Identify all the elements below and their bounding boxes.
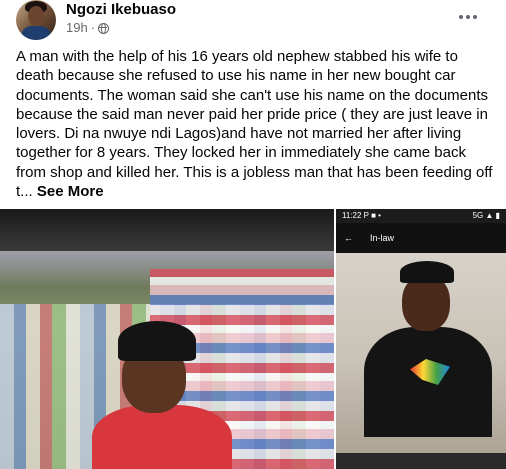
meta-separator: · (90, 20, 96, 35)
more-dot-icon (473, 15, 477, 19)
post-meta: 19h · (66, 20, 110, 35)
screenshot-status-right: 5G ▲ ▮ (472, 211, 500, 220)
globe-icon[interactable] (98, 23, 110, 34)
screenshot-status-left: 11:22 P ■ • (342, 209, 381, 223)
more-options-button[interactable] (454, 6, 482, 28)
screenshot-app-bar: ← In-law (336, 223, 506, 253)
more-dot-icon (466, 15, 470, 19)
photo-woman-cap (118, 321, 196, 361)
post-body-text: A man with the help of his 16 years old … (16, 48, 493, 201)
photo-man-face (402, 275, 450, 331)
more-dot-icon (459, 15, 463, 19)
screenshot-status-time: 11:22 (342, 211, 362, 220)
author-name[interactable]: Ngozi Ikebuaso (66, 1, 176, 18)
screenshot-contact-title: In-law (370, 233, 395, 243)
post-body: A man with the help of his 16 years old … (16, 47, 496, 201)
photo-man-shirt (364, 327, 492, 437)
see-more-link[interactable]: See More (37, 183, 104, 200)
screenshot-status-icons: P ■ • (363, 211, 381, 220)
photo-banner (0, 209, 334, 251)
post-photo-right[interactable]: 11:22 P ■ • 5G ▲ ▮ ← In-law (336, 209, 506, 469)
screenshot-status-bar: 11:22 P ■ • 5G ▲ ▮ (336, 209, 506, 223)
avatar-face (28, 6, 44, 26)
photo-man-cap (400, 261, 454, 283)
photo-woman-shirt (92, 405, 232, 469)
post-header: Ngozi Ikebuaso 19h · (0, 0, 506, 40)
back-arrow-icon: ← (344, 233, 353, 243)
post-timestamp[interactable]: 19h (66, 20, 88, 35)
avatar-body (22, 26, 50, 40)
post-photo-left[interactable] (0, 209, 334, 469)
author-avatar[interactable] (16, 0, 56, 40)
photo-bottom-strip (336, 453, 506, 469)
